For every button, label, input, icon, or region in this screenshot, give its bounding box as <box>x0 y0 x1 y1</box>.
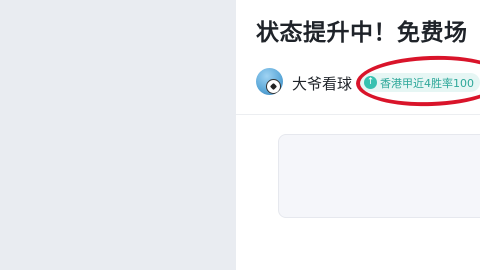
highlight-circle-annotation <box>355 53 480 109</box>
football-icon <box>266 79 281 94</box>
author-avatar[interactable] <box>256 68 283 95</box>
left-panel <box>0 0 236 270</box>
content-card <box>278 134 480 218</box>
page: 状态提升中！免费场 大爷看球 ↑ 香港甲近4胜率100 <box>0 0 480 270</box>
article-title: 状态提升中！免费场 <box>256 20 468 46</box>
divider <box>236 114 480 115</box>
author-name[interactable]: 大爷看球 <box>292 73 352 94</box>
article-header: 状态提升中！免费场 大爷看球 ↑ 香港甲近4胜率100 <box>236 0 480 270</box>
